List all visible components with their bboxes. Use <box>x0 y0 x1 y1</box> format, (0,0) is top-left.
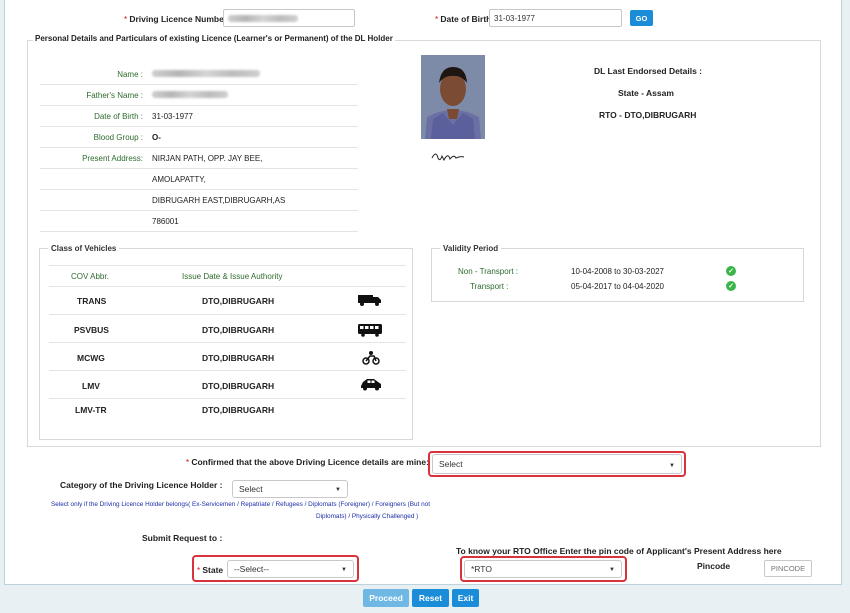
state-select[interactable]: --Select-- ▼ <box>227 560 354 578</box>
row-divider <box>40 84 358 85</box>
table-row: LMV-TR <box>75 405 107 415</box>
blood-group-label: Blood Group : <box>93 133 143 142</box>
row-divider <box>40 147 358 148</box>
category-select-value: Select <box>239 484 263 494</box>
dob-header-label: * Date of Birth <box>435 14 492 24</box>
address-label: Present Address: <box>82 154 143 163</box>
table-row: LMV <box>82 381 100 391</box>
non-transport-range: 10-04-2008 to 30-03-2027 <box>571 267 664 276</box>
state-label: * State <box>197 565 224 575</box>
truck-icon <box>358 295 381 306</box>
row-divider <box>49 286 406 287</box>
address-line: DIBRUGARH EAST,DIBRUGARH,AS <box>152 196 286 205</box>
address-line: AMOLAPATTY, <box>152 175 206 184</box>
category-select[interactable]: Select ▼ <box>232 480 348 498</box>
table-row: DTO,DIBRUGARH <box>202 405 275 415</box>
row-divider <box>40 210 358 211</box>
category-note: Diplomats) / Physically Challenged ) <box>316 513 419 520</box>
state-select-value: --Select-- <box>234 564 269 574</box>
table-row: TRANS <box>77 296 107 306</box>
confirm-select[interactable]: Select ▼ <box>432 454 682 474</box>
table-row: DTO,DIBRUGARH <box>202 353 275 363</box>
go-button[interactable]: GO <box>630 10 653 26</box>
details-title: Personal Details and Particulars of exis… <box>33 34 395 43</box>
row-divider <box>40 126 358 127</box>
name-redacted <box>152 70 260 77</box>
rto-select-value: *RTO <box>471 564 492 574</box>
confirm-select-value: Select <box>439 459 463 469</box>
bus-icon <box>358 324 382 337</box>
table-row: MCWG <box>77 353 105 363</box>
row-divider <box>49 342 406 343</box>
issue-authority-header: Issue Date & Issue Authority <box>182 272 283 281</box>
address-line: 786001 <box>152 217 179 226</box>
holder-photo <box>421 55 485 139</box>
person-dob-label: Date of Birth : <box>94 112 143 121</box>
rto-hint: To know your RTO Office Enter the pin co… <box>456 546 782 556</box>
father-name-label: Father's Name : <box>86 91 143 100</box>
table-row: DTO,DIBRUGARH <box>202 381 275 391</box>
pincode-label: Pincode <box>697 561 731 571</box>
category-note: Select only if the Driving Licence Holde… <box>51 501 430 508</box>
address-line: NIRJAN PATH, OPP. JAY BEE, <box>152 154 263 163</box>
dl-number-redacted <box>228 15 298 22</box>
exit-button[interactable]: Exit <box>452 589 479 607</box>
signature-image <box>431 153 465 162</box>
check-icon: ✓ <box>726 266 736 276</box>
row-divider <box>40 105 358 106</box>
check-icon: ✓ <box>726 281 736 291</box>
non-transport-label: Non - Transport : <box>458 267 519 276</box>
submit-request-label: Submit Request to : <box>142 533 223 543</box>
row-divider <box>40 231 358 232</box>
proceed-button[interactable]: Proceed <box>363 589 409 607</box>
category-label: Category of the Driving Licence Holder : <box>60 480 223 490</box>
table-row: DTO,DIBRUGARH <box>202 296 275 306</box>
row-divider <box>49 370 406 371</box>
chevron-down-icon: ▼ <box>669 463 675 469</box>
endorsed-title: DL Last Endorsed Details : <box>594 66 703 76</box>
endorsed-rto: RTO - DTO,DIBRUGARH <box>599 110 697 120</box>
transport-range: 05-04-2017 to 04-04-2020 <box>571 282 664 291</box>
confirm-label: * Confirmed that the above Driving Licen… <box>186 457 429 467</box>
chevron-down-icon: ▼ <box>341 567 347 573</box>
person-dob-value: 31-03-1977 <box>152 112 193 121</box>
cov-header: COV Abbr. <box>71 272 109 281</box>
chevron-down-icon: ▼ <box>609 567 615 573</box>
motorcycle-icon <box>362 351 380 365</box>
row-divider <box>49 398 406 399</box>
table-row: PSVBUS <box>74 325 109 335</box>
dob-input[interactable] <box>489 9 622 27</box>
row-divider <box>40 189 358 190</box>
dl-number-label: * Driving Licence Number <box>124 14 228 24</box>
pincode-input[interactable] <box>764 560 812 577</box>
reset-button[interactable]: Reset <box>412 589 449 607</box>
row-divider <box>49 265 406 266</box>
blood-group-value: O- <box>152 133 161 142</box>
rto-select[interactable]: *RTO ▼ <box>464 560 622 578</box>
row-divider <box>49 314 406 315</box>
endorsed-state: State - Assam <box>618 88 674 98</box>
table-row: DTO,DIBRUGARH <box>202 325 275 335</box>
father-name-redacted <box>152 91 228 98</box>
validity-legend: Validity Period <box>440 244 502 253</box>
vehicle-class-legend: Class of Vehicles <box>48 244 120 253</box>
car-icon <box>361 379 381 391</box>
transport-label: Transport : <box>470 282 509 291</box>
chevron-down-icon: ▼ <box>335 487 341 493</box>
row-divider <box>40 168 358 169</box>
name-label: Name : <box>117 70 143 79</box>
